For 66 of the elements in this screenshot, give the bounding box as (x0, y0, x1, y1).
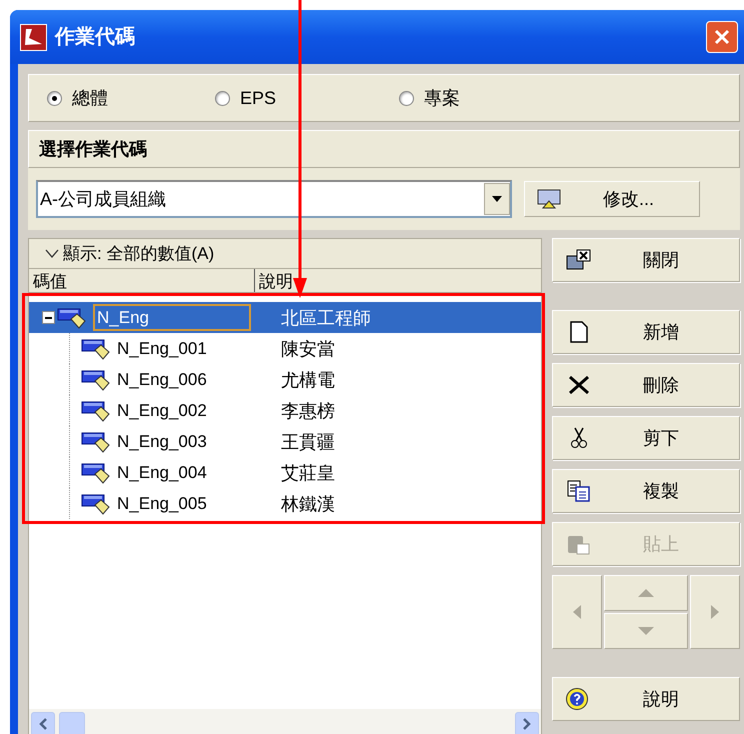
action-button[interactable]: 複製 (552, 469, 740, 513)
code-dropdown[interactable]: A-公司成員組織 (36, 180, 512, 218)
tag-icon (81, 430, 111, 452)
scroll-left-icon (39, 718, 47, 730)
description-value: 林鐵漢 (281, 494, 335, 512)
move-right-button[interactable] (690, 575, 740, 649)
tag-icon (81, 492, 111, 514)
description-value: 艾莊皇 (281, 464, 335, 482)
description-value: 王貫疆 (281, 432, 335, 450)
code-value: N_Eng_002 (117, 402, 207, 419)
filter-toggle[interactable]: 顯示: 全部的數值(A) (29, 239, 541, 269)
move-up-button[interactable] (604, 575, 688, 611)
tag-icon (81, 400, 111, 422)
description-value: 李惠榜 (281, 402, 335, 420)
scroll-thumb[interactable] (59, 712, 85, 734)
tree-row[interactable]: N_Eng 北區工程師 (29, 302, 541, 333)
code-value: N_Eng_003 (117, 433, 207, 450)
code-value: N_Eng_005 (117, 495, 207, 512)
blank-page-icon (570, 321, 588, 343)
left-triangle-icon (573, 605, 581, 619)
close-icon (714, 29, 730, 45)
scope-radio[interactable]: 專案 (399, 84, 583, 112)
tag-icon (57, 306, 87, 328)
code-value: N_Eng_004 (117, 464, 207, 481)
action-button[interactable]: 剪下 (552, 416, 740, 460)
description-value: 北區工程師 (281, 308, 371, 326)
column-header[interactable]: 說明 (255, 269, 541, 292)
action-button[interactable]: 關閉 (552, 238, 740, 282)
code-value: N_Eng (93, 304, 251, 331)
up-triangle-icon (638, 589, 654, 597)
scissors-icon (571, 427, 587, 449)
help-button[interactable]: 說明 (552, 677, 740, 721)
scroll-left-button[interactable] (31, 712, 55, 734)
scope-radio[interactable]: EPS (215, 84, 399, 112)
tag-icon (81, 338, 111, 360)
collapse-toggle-icon[interactable] (42, 311, 55, 324)
window-close-icon (566, 249, 592, 271)
chevron-icon (45, 248, 59, 258)
section-header: 選擇作業代碼 (28, 130, 740, 168)
x-mark-icon (568, 375, 590, 395)
horizontal-scrollbar[interactable] (29, 709, 541, 734)
action-button[interactable]: 刪除 (552, 363, 740, 407)
code-value: N_Eng_006 (117, 371, 207, 388)
copy-pages-icon (567, 480, 591, 502)
close-button[interactable] (706, 21, 738, 53)
action-button[interactable]: 新增 (552, 310, 740, 354)
dropdown-arrow-icon (492, 196, 502, 202)
question-mark-icon (565, 687, 589, 711)
display-icon (537, 189, 561, 209)
move-left-button[interactable] (552, 575, 602, 649)
scope-radio[interactable]: 總體 (47, 84, 215, 112)
clipboard-icon (567, 533, 591, 555)
move-down-button[interactable] (604, 613, 688, 649)
scroll-right-icon (523, 718, 531, 730)
window-title: 作業代碼 (55, 25, 135, 50)
right-triangle-icon (711, 605, 719, 619)
down-triangle-icon (638, 627, 654, 635)
column-header[interactable]: 碼值 (29, 269, 255, 292)
tag-icon (81, 368, 111, 390)
scroll-right-button[interactable] (515, 712, 539, 734)
modify-button[interactable]: 修改... (524, 181, 700, 217)
description-value: 陳安當 (281, 340, 335, 358)
code-value: N_Eng_001 (117, 340, 207, 357)
tag-icon (81, 462, 111, 484)
description-value: 尤構電 (281, 370, 335, 388)
app-logo-icon (20, 24, 47, 50)
